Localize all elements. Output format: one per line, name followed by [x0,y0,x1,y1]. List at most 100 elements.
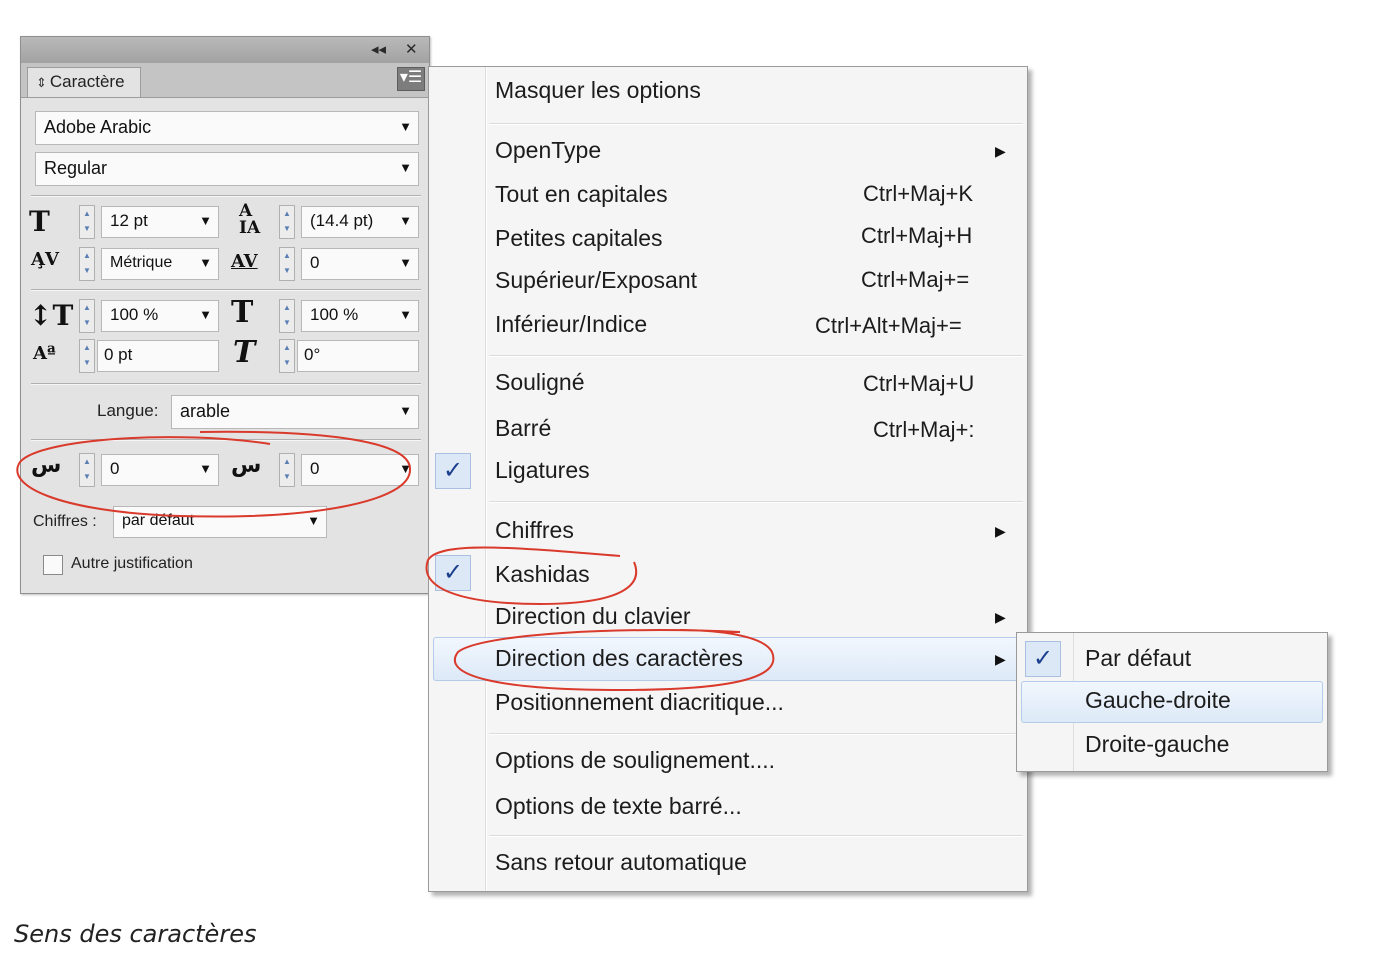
kerning-field[interactable]: Métrique ▼ [101,248,219,280]
font-family-value: Adobe Arabic [44,117,152,137]
menu-item-chiffres[interactable]: Chiffres [495,517,574,544]
submenu-arrow-icon: ▶ [995,523,1006,539]
horizontal-scale-stepper[interactable]: ▲ ▼ [279,299,295,333]
checkmark-icon: ✓ [435,453,471,489]
font-size-value: 12 pt [110,211,148,230]
skew-icon: T [233,335,256,370]
font-family-dropdown[interactable]: Adobe Arabic ▼ [35,111,419,145]
chevron-down-icon: ▼ [399,255,412,270]
shortcut-label: Ctrl+Maj+= [861,267,970,292]
menu-item-direction-clavier[interactable]: Direction du clavier [495,603,691,630]
panel-flyout-menu: Masquer les options OpenType ▶ Tout en c… [428,66,1028,892]
arabic-right-field[interactable]: 0 ▼ [301,454,419,486]
menu-item-opentype[interactable]: OpenType [495,137,601,164]
collapse-panel-icon[interactable]: ◂◂ [371,40,386,60]
chevron-down-icon: ▼ [399,307,412,322]
baseline-shift-field[interactable]: 0 pt [97,340,219,372]
horizontal-scale-icon: T [231,295,254,330]
font-size-stepper[interactable]: ▲ ▼ [79,205,95,239]
kerning-icon: A̧V [31,249,59,270]
chevron-down-icon: ▼ [399,403,412,418]
menu-item-barre[interactable]: Barré [495,415,551,442]
vertical-scale-field[interactable]: 100 % ▼ [101,300,219,332]
digits-dropdown[interactable]: par défaut ▼ [113,506,327,538]
font-style-dropdown[interactable]: Regular ▼ [35,152,419,186]
chevron-down-icon: ▼ [199,307,212,322]
skew-field[interactable]: 0° [297,340,419,372]
menu-separator [489,835,1023,837]
chevron-down-icon: ▼ [399,213,412,228]
divider [31,439,421,441]
chevron-down-icon: ▼ [307,513,320,528]
leading-value: (14.4 pt) [310,211,374,230]
tracking-value: 0 [310,253,320,272]
divider [31,383,421,385]
language-dropdown[interactable]: arable ▼ [171,395,419,429]
menu-separator [489,123,1023,125]
digits-label: Chiffres : [33,513,97,530]
menu-item-souligne[interactable]: Souligné [495,369,585,396]
tracking-icon: AV [231,251,258,272]
panel-menu-icon[interactable]: ▾☰ [397,67,425,91]
language-value: arable [180,401,231,421]
chevron-down-icon: ▼ [399,461,412,476]
submenu-item-droite-gauche[interactable]: Droite-gauche [1085,731,1229,758]
arabic-kashida-icon: س [231,453,262,478]
shortcut-label: Ctrl+Alt+Maj+= [815,313,962,338]
direction-submenu: ✓ Par défaut Gauche-droite Droite-gauche [1016,632,1328,772]
chevron-down-icon: ▼ [199,213,212,228]
alt-justification-checkbox[interactable] [43,555,63,575]
menu-item-sans-retour-automatique[interactable]: Sans retour automatique [495,849,747,876]
chevron-down-icon: ▼ [199,461,212,476]
baseline-shift-value: 0 pt [104,345,133,364]
shortcut-label: Ctrl+Maj+: [873,417,975,442]
menu-item-ligatures[interactable]: Ligatures [495,457,590,484]
submenu-arrow-icon: ▶ [995,651,1006,667]
menu-item-inferieur-indice[interactable]: Inférieur/Indice [495,311,647,338]
panel-tab-row: ⇕ Caractère ▾☰ [21,63,429,98]
font-style-value: Regular [44,158,108,178]
menu-item-masquer-options[interactable]: Masquer les options [495,77,701,104]
arabic-left-field[interactable]: 0 ▼ [101,454,219,486]
digits-value: par défaut [122,512,195,529]
chevron-down-icon: ▼ [399,160,412,175]
skew-stepper[interactable]: ▲ ▼ [279,339,295,373]
menu-item-direction-caracteres[interactable]: Direction des caractères [495,645,743,672]
menu-item-kashidas[interactable]: Kashidas [495,561,590,588]
arabic-left-value: 0 [110,459,120,478]
vertical-scale-icon: ↕T [29,299,74,332]
menu-item-tout-capitales[interactable]: Tout en capitales [495,181,668,208]
submenu-item-par-defaut[interactable]: Par défaut [1085,645,1191,672]
menu-item-positionnement-diacritique[interactable]: Positionnement diacritique... [495,689,784,716]
font-size-field[interactable]: 12 pt ▼ [101,206,219,238]
close-panel-icon[interactable]: ✕ [405,40,418,60]
updown-arrows-icon: ⇕ [36,75,47,90]
tab-caractere[interactable]: ⇕ Caractère [27,67,141,97]
tracking-stepper[interactable]: ▲ ▼ [279,247,295,281]
shortcut-label: Ctrl+Maj+K [863,181,974,206]
baseline-shift-icon: Aª [33,343,56,364]
submenu-item-gauche-droite[interactable]: Gauche-droite [1085,687,1231,714]
vertical-scale-value: 100 % [110,305,159,324]
chevron-down-icon: ▼ [199,255,212,270]
baseline-shift-stepper[interactable]: ▲ ▼ [79,339,95,373]
menu-item-options-soulignement[interactable]: Options de soulignement.... [495,747,775,774]
arabic-right-stepper[interactable]: ▲ ▼ [279,453,295,487]
menu-item-options-texte-barre[interactable]: Options de texte barré... [495,793,742,820]
arabic-left-stepper[interactable]: ▲ ▼ [79,453,95,487]
shortcut-label: Ctrl+Maj+U [863,371,975,396]
menu-item-petites-capitales[interactable]: Petites capitales [495,225,662,252]
character-panel: ◂◂ ✕ ⇕ Caractère ▾☰ Adobe Arabic ▼ Regula… [20,36,430,594]
skew-value: 0° [304,345,321,364]
menu-item-superieur-exposant[interactable]: Supérieur/Exposant [495,267,697,294]
horizontal-scale-field[interactable]: 100 % ▼ [301,300,419,332]
leading-field[interactable]: (14.4 pt) ▼ [301,206,419,238]
kerning-stepper[interactable]: ▲ ▼ [79,247,95,281]
leading-stepper[interactable]: ▲ ▼ [279,205,295,239]
kerning-value: Métrique [110,254,173,271]
alt-justification-label: Autre justification [71,555,193,572]
checkmark-icon: ✓ [1025,641,1061,677]
tracking-field[interactable]: 0 ▼ [301,248,419,280]
submenu-arrow-icon: ▶ [995,609,1006,625]
vertical-scale-stepper[interactable]: ▲ ▼ [79,299,95,333]
